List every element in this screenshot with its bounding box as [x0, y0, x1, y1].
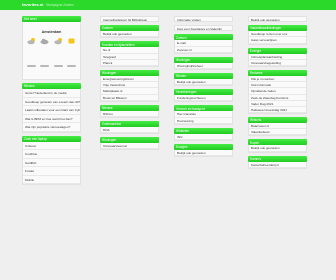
link-block: Zoek een laptop Unilever Coolblue Goldfish F…	[22, 135, 81, 185]
link-item[interactable]: Halloween Feestdag 2021	[249, 107, 306, 114]
site-logo[interactable]: favorites.nl	[22, 2, 43, 7]
link-item[interactable]: Bekijk ook gesneden	[175, 79, 232, 86]
link-item[interactable]: Bekijk ook gesneden	[248, 16, 307, 23]
link-block: Bekijk ook gesneden	[248, 16, 307, 23]
link-item[interactable]: Wat is BPM en hoe werkt het dan?	[23, 115, 80, 123]
link-item[interactable]: Planck	[101, 60, 158, 66]
link-block: Vervoer en transport Hier Canarsie Huurwon…	[174, 105, 233, 125]
link-block: Internetbankieren bij Bibliotheek	[100, 16, 159, 23]
column-4: Bekijk ook gesneden Vakantieaanbiedingen G…	[248, 16, 307, 172]
link-item[interactable]: RSCus	[101, 111, 158, 117]
link-block: Nieuws Grote? Nederland in de media Goedko…	[22, 83, 81, 133]
sun-icon	[68, 38, 75, 44]
link-block: Winkelen ING	[174, 127, 233, 141]
cloud-sun-icon	[26, 38, 35, 45]
cloud-sun-icon	[54, 38, 62, 45]
weather-city: Amsterdam	[41, 30, 62, 34]
weather-day	[26, 37, 36, 46]
column-2: Internetbankieren bij Bibliotheek Zoeken B…	[100, 16, 159, 153]
weather-widget: Het weer Amsterdam	[22, 16, 81, 80]
link-block: Wonen Bekijk ook gesneden	[174, 72, 233, 87]
link-block: Kopen Bekijk ook gesneden	[248, 139, 307, 153]
link-block: Reclame Klik je nu werken Ook informatie Op…	[248, 69, 307, 115]
link-block: Zoekmachine DNA	[100, 120, 159, 135]
link-item[interactable]: Laatst uitbetalen voor een klant van Cyb…	[23, 106, 80, 115]
top-nav-links[interactable]: Startpagina Zoeken	[46, 3, 74, 7]
link-item[interactable]: Ooievaarsteenvel	[101, 143, 158, 150]
link-item[interactable]: Goldfish	[23, 159, 80, 167]
link-block: Vakantieaanbiedingen Goedkoop reizen over…	[248, 25, 307, 45]
link-item[interactable]: Kamerbeheerderij.nl	[249, 162, 306, 168]
link-item[interactable]: Fowlet	[23, 167, 80, 176]
link-item[interactable]: DNA	[101, 127, 158, 134]
link-item[interactable]: Bekijk ook gesneden	[175, 150, 232, 157]
link-block: Woningen Energieleveringsforum Vrije Vaste…	[100, 69, 159, 102]
link-item[interactable]: Huurwoning	[175, 118, 232, 124]
cloud-icon	[40, 38, 49, 45]
link-item[interactable]: Kies voor Avantages en Valentijn	[174, 25, 233, 32]
link-block: Winkels Baarnweer.nl Vakantiefeest	[248, 117, 307, 137]
link-item[interactable]: ING	[175, 134, 232, 140]
link-item[interactable]: Bekijk ook gesneden	[249, 145, 306, 152]
link-item[interactable]: Wat zijn populaire vlieroeslagen?	[23, 123, 80, 132]
weather-day	[40, 37, 50, 46]
link-item[interactable]: Grote? Nederland in de media	[23, 89, 80, 98]
link-block: Kranten en tijdschriften Nu.nl Telegraaf Pl…	[100, 41, 159, 67]
link-item[interactable]: Zoomen.nl	[175, 47, 232, 53]
link-item[interactable]: Vakantiefeest	[249, 129, 306, 136]
column-3: Informatie vinden Kies voor Avantages en …	[174, 16, 233, 160]
link-block: Kamers Kamerbeheerderij.nl	[248, 155, 307, 169]
link-item[interactable]: Ooievaarsbegeleiding	[249, 60, 306, 66]
link-item[interactable]: Coolblue	[23, 150, 80, 159]
weather-day-bars	[27, 65, 76, 67]
link-block: Informatie vinden Kies voor Avantages en …	[174, 16, 233, 32]
link-item[interactable]: Informatie vinden	[174, 16, 233, 23]
link-block: Woningen Woninghulpbeheer	[174, 56, 233, 70]
link-item[interactable]: Gasp vervoerlijnen	[249, 37, 306, 44]
top-bar: favorites.nl Startpagina Zoeken	[0, 0, 336, 10]
weather-day	[67, 37, 77, 46]
column-1: Het weer Amsterdam Nieuws Grote? Nederla…	[22, 16, 81, 188]
link-item[interactable]: Funderingsrechteren	[175, 95, 232, 102]
link-item[interactable]: Mobile	[23, 176, 80, 184]
link-block: Nieuws RSCus	[100, 104, 159, 118]
link-block: Zoeken Bekijk ook gesneden	[100, 25, 159, 39]
link-item[interactable]: Bouw tot Bliksem	[101, 95, 158, 101]
link-item[interactable]: Unilever	[23, 142, 80, 150]
link-block: Woningen Ooievaarsteenvel	[100, 137, 159, 151]
link-item[interactable]: Woninghulpbeheer	[175, 63, 232, 69]
weather-day	[53, 37, 63, 46]
link-block: Koopjes Bekijk ook gesneden	[174, 143, 233, 158]
link-block: Zoeken E-mail Zoomen.nl	[174, 34, 233, 54]
link-block: Verzekeringen Funderingsrechteren	[174, 89, 233, 103]
link-item[interactable]: Goedkoop genieten van e-learn dan dit?	[23, 98, 80, 106]
link-block: Energie Inforeisplanaanbieding Ooievaarsbe…	[248, 47, 307, 67]
link-item[interactable]: Bekijk ook gesneden	[101, 31, 158, 38]
link-item[interactable]: Internetbankieren bij Bibliotheek	[100, 16, 159, 23]
